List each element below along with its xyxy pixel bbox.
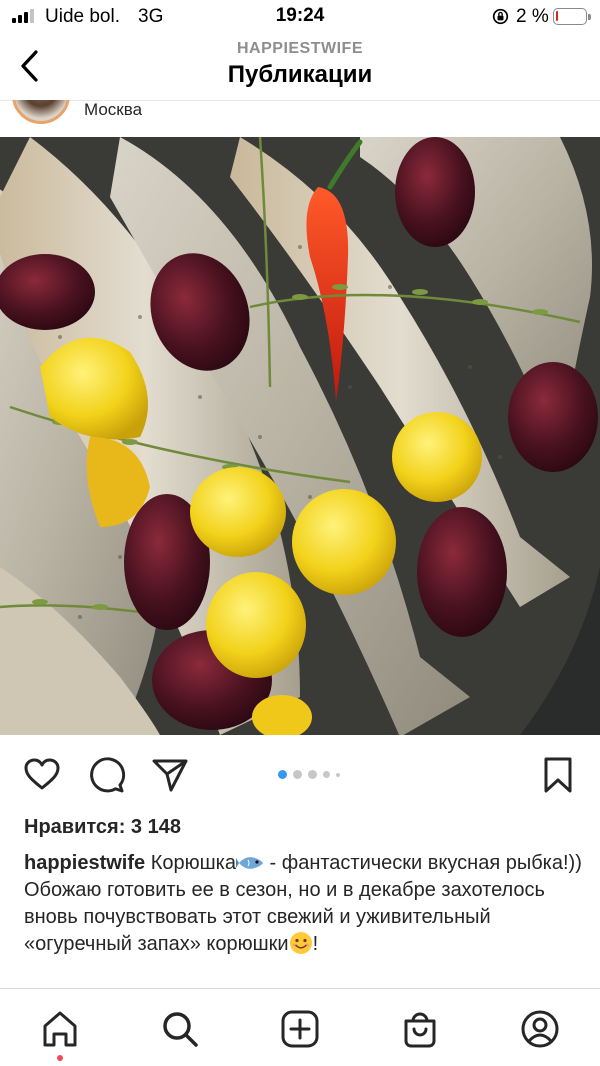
carousel-dot [336,772,340,777]
comment-icon [90,757,126,793]
tab-shop[interactable] [400,1009,440,1049]
tab-new-post[interactable] [280,1009,320,1049]
profile-username[interactable]: HAPPIESTWIFE [0,40,600,58]
avatar[interactable] [12,100,70,124]
share-button[interactable] [150,755,190,795]
caption-first-paragraph: happiestwife Корюшка - фантастически вку… [24,850,584,877]
caption-second-paragraph: Обожаю готовить ее в сезон, но и в декаб… [24,877,584,958]
page-title: Публикации [227,61,373,88]
status-bar: Uide bol. 3G 19:24 2 % [0,0,600,34]
comment-button[interactable] [86,755,126,795]
fish-emoji-icon [235,857,263,869]
battery-percent: 2 % [516,6,549,27]
tab-home[interactable] [40,1009,80,1049]
smiling-face-emoji-icon [289,932,312,954]
navigation-header: HAPPIESTWIFE Публикации [0,34,600,100]
send-icon [152,759,188,792]
new-post-icon [281,1010,319,1048]
bottom-tab-bar [0,988,600,1066]
battery-icon [553,8,591,25]
tab-profile[interactable] [520,1009,560,1049]
rotation-lock-icon [492,8,509,25]
bookmark-icon [544,757,572,793]
save-button[interactable] [538,755,578,795]
post-header: Москва [0,100,600,137]
caption-line1: Корюшка [150,852,236,874]
food-photo-illustration [0,137,600,735]
caption-line2: Обожаю готовить ее в сезон, но и в декаб… [24,879,545,955]
likes-count[interactable]: Нравится: 3 148 [24,816,181,839]
post-caption: happiestwife Корюшка - фантастически вку… [24,850,584,958]
profile-icon [521,1010,559,1048]
like-button[interactable] [22,755,62,795]
heart-icon [24,758,60,790]
caption-line2-end: ! [312,933,319,955]
home-icon [43,1011,77,1047]
carousel-dot-active [278,770,287,779]
post-photo[interactable] [0,137,600,735]
search-icon [163,1012,198,1047]
carousel-indicator [278,770,340,779]
caption-username[interactable]: happiestwife [24,852,145,874]
caption-line1-rest: - фантастически вкусная рыбка!)) [263,852,582,874]
clock: 19:24 [275,5,325,26]
post-location[interactable]: Москва [84,100,142,120]
carousel-dot [308,770,317,779]
post-actions [0,745,600,805]
shop-icon [404,1012,436,1048]
notification-dot [57,1055,63,1061]
carousel-dot [293,770,302,779]
tab-search[interactable] [160,1009,200,1049]
carousel-dot [323,771,330,778]
